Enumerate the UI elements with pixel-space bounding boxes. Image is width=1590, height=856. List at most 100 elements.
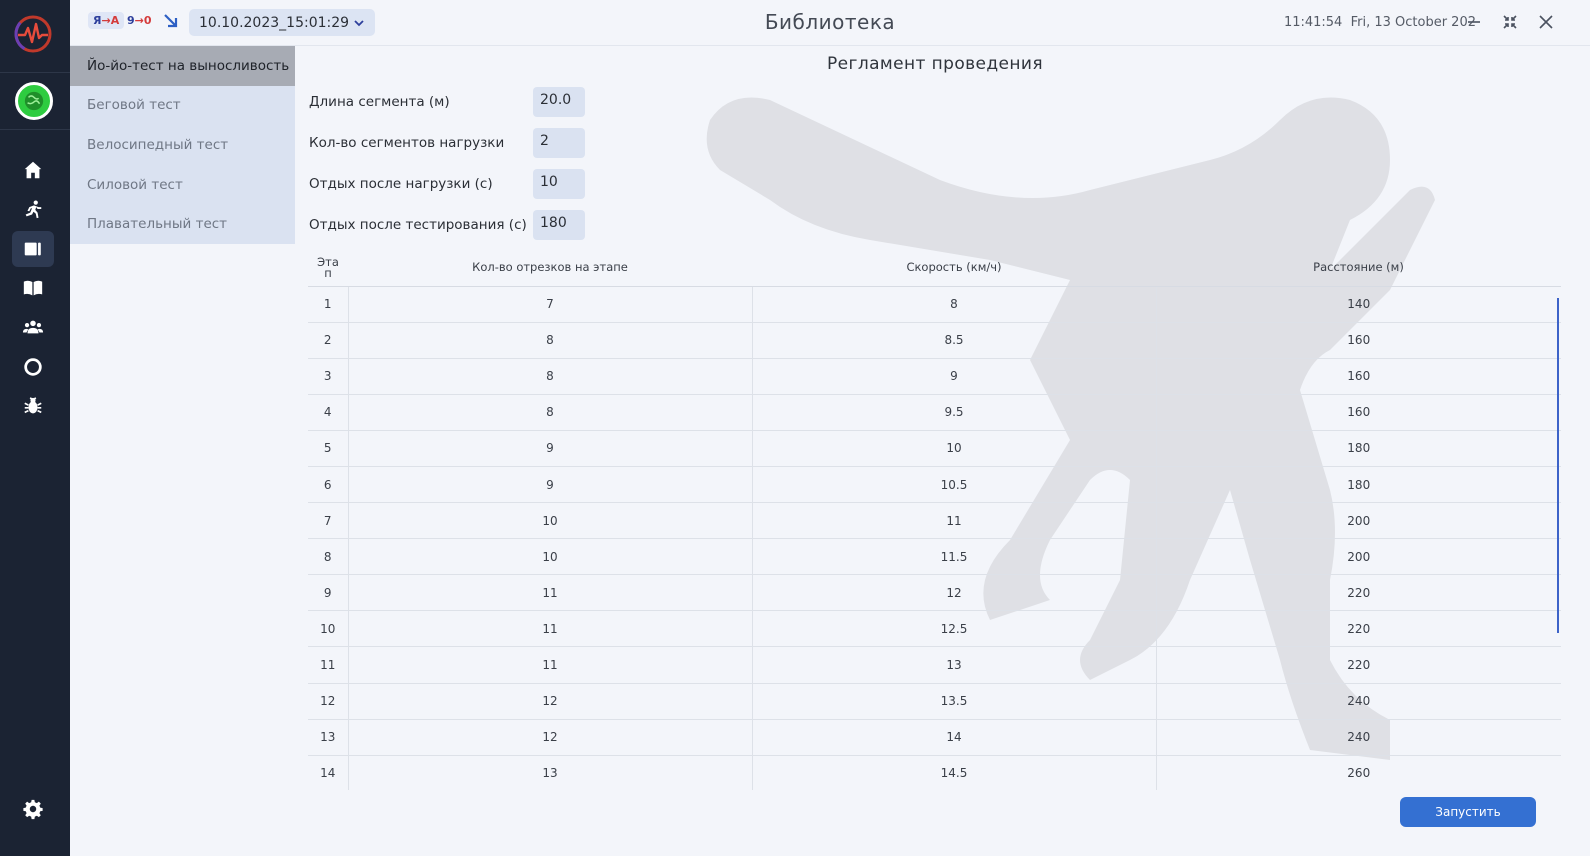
table-row[interactable]: 1 7 8 140 bbox=[308, 286, 1561, 323]
cell-speed: 8 bbox=[751, 286, 1156, 323]
cell-speed: 13 bbox=[751, 646, 1156, 684]
layout-switch-letters-button[interactable]: Я→A bbox=[88, 12, 125, 29]
runner-icon bbox=[25, 200, 42, 219]
table-row[interactable]: 5 9 10 180 bbox=[308, 430, 1561, 467]
stages-table[interactable]: Эта п Кол-во отрезков на этапе Скорость (… bbox=[308, 250, 1561, 790]
cell-stage: 12 bbox=[308, 683, 348, 720]
nav-library[interactable] bbox=[12, 231, 54, 267]
table-row[interactable]: 2 8 8.5 160 bbox=[308, 322, 1561, 359]
cell-segments: 12 bbox=[347, 719, 752, 756]
cell-distance: 200 bbox=[1155, 538, 1561, 576]
cell-distance: 220 bbox=[1155, 610, 1561, 648]
session-select[interactable]: 10.10.2023_15:01:29 bbox=[189, 9, 375, 36]
cell-distance: 160 bbox=[1155, 322, 1561, 359]
cell-stage: 5 bbox=[308, 430, 348, 467]
test-list: Йо-йо-тест на выносливость Беговой тест … bbox=[70, 46, 295, 244]
table-scrollbar[interactable] bbox=[1557, 298, 1559, 633]
cell-segments: 13 bbox=[347, 755, 752, 790]
table-row[interactable]: 4 8 9.5 160 bbox=[308, 394, 1561, 431]
table-row[interactable]: 8 10 11.5 200 bbox=[308, 538, 1561, 576]
cell-speed: 14 bbox=[751, 719, 1156, 756]
cell-stage: 10 bbox=[308, 610, 348, 648]
rest-after-test-field[interactable]: 180 bbox=[533, 210, 585, 240]
minimize-button[interactable] bbox=[1463, 11, 1485, 33]
cell-distance: 180 bbox=[1155, 466, 1561, 504]
avatar[interactable] bbox=[15, 82, 53, 120]
cell-segments: 8 bbox=[347, 358, 752, 395]
cell-segments: 12 bbox=[347, 683, 752, 720]
cell-speed: 11.5 bbox=[751, 538, 1156, 576]
table-row[interactable]: 6 9 10.5 180 bbox=[308, 466, 1561, 504]
test-item-running[interactable]: Беговой тест bbox=[70, 86, 295, 126]
segments-count-field[interactable]: 2 bbox=[533, 128, 585, 158]
cell-stage: 4 bbox=[308, 394, 348, 431]
cell-speed: 12.5 bbox=[751, 610, 1156, 648]
cell-segments: 11 bbox=[347, 610, 752, 648]
cell-stage: 7 bbox=[308, 502, 348, 540]
table-row[interactable]: 13 12 14 240 bbox=[308, 719, 1561, 756]
table-row[interactable]: 12 12 13.5 240 bbox=[308, 683, 1561, 720]
segment-length-field[interactable]: 20.0 bbox=[533, 87, 585, 117]
test-item-yo-yo[interactable]: Йо-йо-тест на выносливость bbox=[70, 46, 295, 86]
header-stage-line2: п bbox=[324, 265, 332, 280]
nav-circle[interactable] bbox=[12, 349, 54, 385]
globe-icon bbox=[24, 91, 44, 111]
cell-segments: 8 bbox=[347, 322, 752, 359]
cell-speed: 13.5 bbox=[751, 683, 1156, 720]
run-button[interactable]: Запустить bbox=[1400, 797, 1536, 827]
nav-journal[interactable] bbox=[12, 270, 54, 306]
clock-date: Fri, 13 October 202 bbox=[1350, 15, 1476, 30]
cell-speed: 8.5 bbox=[751, 322, 1156, 359]
layout-switch-digits-button[interactable]: 9→0 bbox=[122, 12, 157, 29]
param-row-rest-after-load: Отдых после нагрузки (с) 10 bbox=[309, 168, 585, 200]
cell-stage: 2 bbox=[308, 322, 348, 359]
bug-icon bbox=[24, 397, 42, 414]
cell-distance: 220 bbox=[1155, 646, 1561, 684]
nav-groups[interactable] bbox=[12, 309, 54, 345]
app-logo-icon[interactable] bbox=[13, 14, 53, 54]
top-bar: Я→A 9→0 10.10.2023_15:01:29 Библиотека 1… bbox=[70, 0, 1590, 46]
clock-time: 11:41:54 bbox=[1283, 15, 1343, 30]
param-label: Длина сегмента (м) bbox=[309, 94, 450, 110]
nav-settings[interactable] bbox=[12, 791, 54, 827]
arrow-down-right-icon[interactable] bbox=[162, 12, 180, 30]
close-icon bbox=[1539, 15, 1553, 29]
restore-button[interactable] bbox=[1499, 11, 1521, 33]
book-icon bbox=[23, 280, 43, 296]
column-header-stage: Эта п bbox=[308, 250, 348, 287]
table-row[interactable]: 3 8 9 160 bbox=[308, 358, 1561, 395]
table-row[interactable]: 9 11 12 220 bbox=[308, 574, 1561, 612]
cell-speed: 12 bbox=[751, 574, 1156, 612]
test-item-cycling[interactable]: Велосипедный тест bbox=[70, 125, 295, 165]
minimize-icon bbox=[1468, 21, 1480, 23]
param-row-rest-after-test: Отдых после тестирования (с) 180 bbox=[309, 209, 585, 241]
collapse-icon bbox=[1503, 15, 1517, 29]
clock: 11:41:54 Fri, 13 October 202 bbox=[1284, 15, 1476, 30]
cell-stage: 1 bbox=[308, 286, 348, 323]
section-title: Регламент проведения bbox=[826, 54, 1044, 74]
cell-speed: 10.5 bbox=[751, 466, 1156, 504]
rail-divider bbox=[0, 72, 70, 73]
param-row-segment-length: Длина сегмента (м) 20.0 bbox=[309, 86, 585, 118]
rest-after-load-field[interactable]: 10 bbox=[533, 169, 585, 199]
cell-stage: 6 bbox=[308, 466, 348, 504]
digits-to-label: 0 bbox=[143, 14, 152, 27]
table-row[interactable]: 11 11 13 220 bbox=[308, 646, 1561, 684]
table-row[interactable]: 14 13 14.5 260 bbox=[308, 755, 1561, 790]
test-item-strength[interactable]: Силовой тест bbox=[70, 165, 295, 205]
circle-icon bbox=[24, 358, 42, 376]
cell-distance: 260 bbox=[1155, 755, 1561, 790]
table-row[interactable]: 7 10 11 200 bbox=[308, 502, 1561, 540]
close-button[interactable] bbox=[1535, 11, 1557, 33]
column-header-distance: Расстояние (м) bbox=[1156, 250, 1561, 287]
cell-speed: 9 bbox=[751, 358, 1156, 395]
table-header-row: Эта п Кол-во отрезков на этапе Скорость (… bbox=[308, 250, 1561, 287]
nav-athletes[interactable] bbox=[12, 191, 54, 227]
nav-debug[interactable] bbox=[12, 388, 54, 424]
layout-arrow-label: → bbox=[101, 14, 111, 27]
nav-home[interactable] bbox=[12, 152, 54, 188]
cell-speed: 9.5 bbox=[751, 394, 1156, 431]
test-item-swimming[interactable]: Плавательный тест bbox=[70, 204, 295, 244]
table-row[interactable]: 10 11 12.5 220 bbox=[308, 610, 1561, 648]
cell-stage: 14 bbox=[308, 755, 348, 790]
